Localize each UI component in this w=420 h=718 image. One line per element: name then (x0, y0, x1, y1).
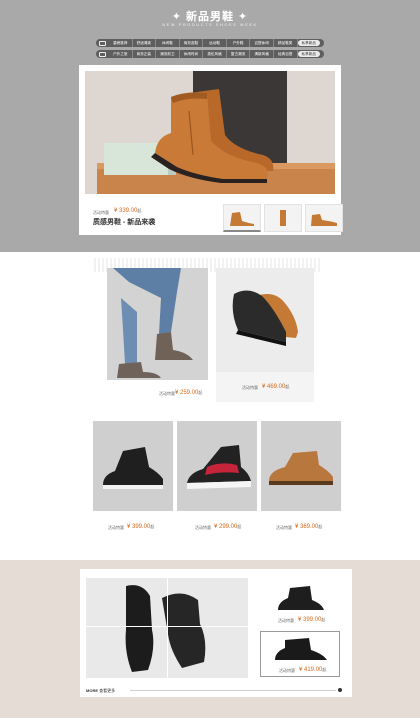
price-value: ¥ 259.00起 (175, 390, 202, 396)
nav-item[interactable]: 潮流前卫 (156, 50, 180, 58)
price-amount: ¥ 469.00 (262, 384, 286, 390)
price-label: 活动特惠 (276, 525, 292, 530)
price-suffix: 起 (322, 667, 327, 672)
price-suffix: 起 (150, 524, 155, 529)
price-amount: ¥ 399.00 (127, 524, 151, 530)
more-dot-icon (338, 688, 342, 692)
nav-item[interactable]: 精品鞋类 (274, 39, 298, 47)
price-value: ¥ 299.00起 (214, 524, 241, 530)
hero-product-card[interactable]: 活动特惠 ¥ 339.00起 质感男鞋 - 新品来袭 (79, 65, 343, 235)
nav-item[interactable]: 经典百搭 (274, 50, 298, 58)
category-nav-row-1: 重磅推荐 舒适清爽 休闲鞋 商务皮鞋 运动鞋 户外鞋 百搭休闲 精品鞋类 私享新… (96, 39, 324, 47)
nav-item[interactable]: 英伦风格 (203, 50, 227, 58)
boot-thumb-icon (230, 212, 254, 226)
hero-thumbnail-strip (223, 204, 343, 232)
sock-sneaker-icon (187, 445, 251, 489)
more-divider (130, 690, 336, 691)
nav-item[interactable]: 户外之旅 (109, 50, 133, 58)
price-label: 活动特惠 (108, 525, 124, 530)
product-image (177, 421, 257, 511)
price-amount: ¥ 299.00 (214, 524, 238, 530)
product-image (93, 421, 173, 511)
boot-thumb-icon (280, 210, 286, 226)
black-boot-icon (278, 586, 324, 610)
product-image (261, 421, 341, 511)
price-label: 活动特惠 (242, 385, 258, 390)
jeans-boots-image (107, 268, 208, 380)
product-tile[interactable]: 活动特惠 ¥ 369.00起 (261, 421, 341, 538)
nav-item-active[interactable]: 私享新品 (297, 51, 321, 57)
derby-shoes-image (216, 268, 314, 372)
collage-divider (86, 626, 248, 627)
nav-item[interactable]: 休闲时尚 (180, 50, 204, 58)
price-suffix: 起 (318, 524, 323, 529)
product-card[interactable]: 活动特惠 ¥ 469.00起 (216, 268, 314, 402)
nav-item[interactable]: 休闲鞋 (156, 39, 180, 47)
side-product-selected[interactable]: 活动特惠 ¥ 419.00起 (260, 631, 340, 677)
price-amount: ¥ 339.00 (114, 208, 138, 214)
nav-item-active[interactable]: 私享新品 (297, 40, 321, 46)
page-subtitle: NEW PRODUCTS SHOES WEEK (162, 22, 258, 27)
price-suffix: 起 (137, 208, 142, 213)
price-label: 活动特惠 (279, 668, 295, 673)
price-value: ¥ 339.00起 (114, 208, 141, 214)
price-label: 活动特惠 (93, 210, 109, 215)
menu-icon (99, 51, 106, 57)
menu-icon (99, 40, 106, 46)
hero-product-name: 质感男鞋 - 新品来袭 (93, 219, 156, 226)
nav-item[interactable]: 清新风格 (250, 50, 274, 58)
price-label: 活动特惠 (195, 525, 211, 530)
price-suffix: 起 (198, 390, 203, 395)
nav-item[interactable]: 商务皮鞋 (180, 39, 204, 47)
hero-thumbnail[interactable] (223, 204, 261, 232)
nav-item[interactable]: 商务正装 (133, 50, 157, 58)
black-sneaker-icon (103, 447, 163, 489)
price-suffix: 起 (237, 524, 242, 529)
hero-thumbnail[interactable] (305, 204, 343, 232)
hero-product-image[interactable] (85, 71, 335, 194)
boot-thumb-icon (311, 214, 337, 226)
product-tile[interactable]: 活动特惠 ¥ 299.00起 (177, 421, 257, 538)
more-link[interactable]: MORE 查看更多 (86, 688, 115, 694)
collage-divider (167, 578, 168, 678)
more-sublabel: 查看更多 (99, 688, 116, 693)
price-amount: ¥ 399.00 (298, 617, 322, 623)
chelsea-boot-icon (151, 89, 274, 183)
price-value: ¥ 399.00起 (127, 524, 154, 530)
more-label: MORE (86, 688, 98, 693)
price-suffix: 起 (285, 384, 290, 389)
product-card[interactable]: 活动特惠 ¥ 259.00起 (107, 268, 208, 402)
product-tile[interactable]: 活动特惠 ¥ 399.00起 (93, 421, 173, 538)
nav-item[interactable]: 运动鞋 (203, 39, 227, 47)
side-product[interactable]: 活动特惠 ¥ 399.00起 (260, 582, 340, 628)
price-value: ¥ 419.00起 (299, 667, 326, 673)
price-amount: ¥ 259.00 (175, 390, 199, 396)
category-nav-row-2: 户外之旅 商务正装 潮流前卫 休闲时尚 英伦风格 复古潮流 清新风格 经典百搭 … (96, 50, 324, 58)
brown-boot-icon (269, 451, 333, 485)
nav-item[interactable]: 舒适清爽 (133, 39, 157, 47)
price-suffix: 起 (321, 617, 326, 622)
price-label: 活动特惠 (159, 391, 175, 396)
nav-item[interactable]: 百搭休闲 (250, 39, 274, 47)
price-amount: ¥ 369.00 (295, 524, 319, 530)
nav-item[interactable]: 重磅推荐 (109, 39, 133, 47)
price-amount: ¥ 419.00 (299, 667, 323, 673)
price-label: 活动特惠 (278, 618, 294, 623)
hero-thumbnail[interactable] (264, 204, 302, 232)
price-value: ¥ 399.00起 (298, 617, 325, 623)
black-sneaker-icon (275, 638, 327, 660)
price-value: ¥ 369.00起 (295, 524, 322, 530)
nav-item[interactable]: 户外鞋 (227, 39, 251, 47)
nav-item[interactable]: 复古潮流 (227, 50, 251, 58)
price-value: ¥ 469.00起 (262, 384, 289, 390)
